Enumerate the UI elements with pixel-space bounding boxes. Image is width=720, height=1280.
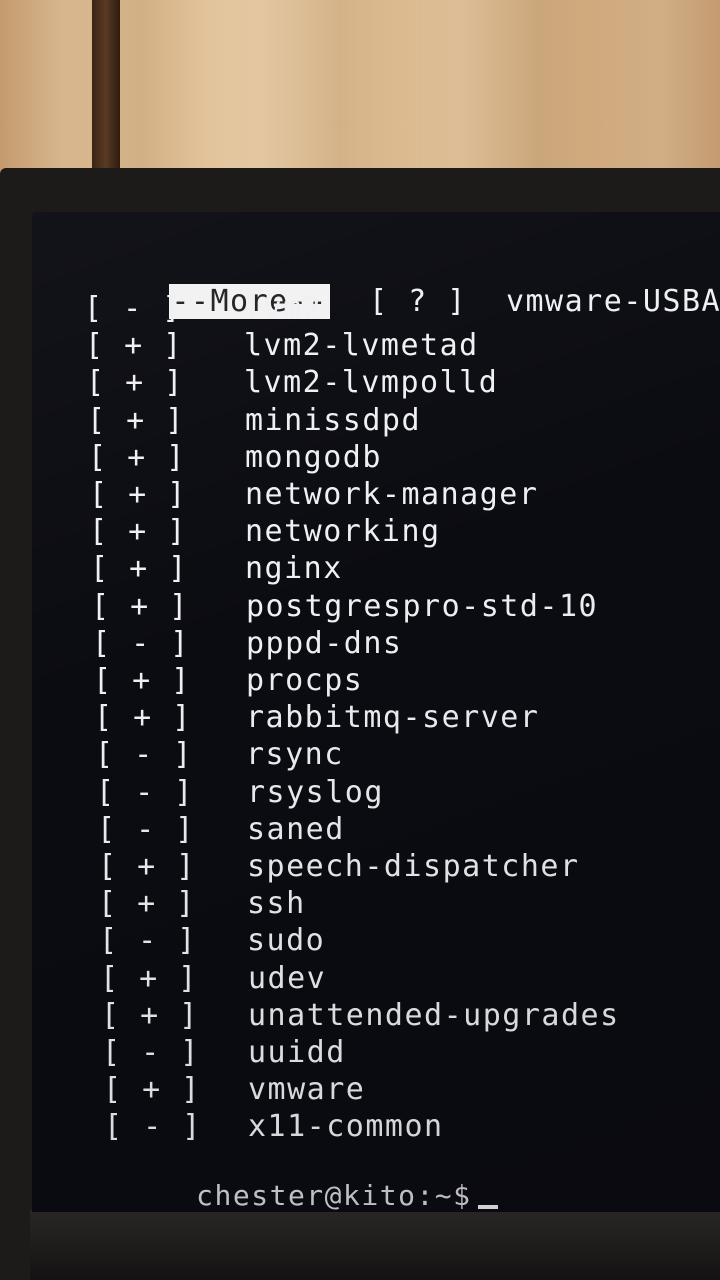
service-name: rsync: [246, 737, 344, 773]
service-status: [ + ]: [100, 960, 198, 996]
service-status: [ + ]: [101, 997, 199, 1033]
service-status: [ + ]: [94, 700, 192, 736]
service-name: procps: [246, 663, 364, 698]
service-status: [ + ]: [103, 1072, 201, 1108]
monitor-bottom-edge: [30, 1210, 720, 1280]
service-name: postgrespro-std-10: [246, 588, 599, 624]
service-name: nginx: [245, 551, 343, 587]
terminal-screen[interactable]: --More-- [ ? ] vmware-USBArb [ - ]lvm2[ …: [32, 212, 720, 1212]
service-name: unattended-upgrades: [248, 997, 620, 1033]
service-name: uuidd: [248, 1035, 346, 1070]
service-name: vmware: [248, 1072, 366, 1108]
shell-prompt: chester@kito:~$: [196, 1178, 472, 1212]
service-name: udev: [248, 960, 327, 996]
service-name: mongodb: [245, 439, 382, 475]
terminal-output: --More-- [ ? ] vmware-USBArb [ - ]lvm2[ …: [32, 212, 720, 1212]
service-status: [ + ]: [88, 439, 186, 475]
service-status: [ + ]: [98, 849, 196, 884]
service-status: [ ? ]: [369, 284, 467, 319]
service-status: [ + ]: [89, 477, 187, 512]
service-name: rsyslog: [247, 774, 384, 810]
service-status: [ + ]: [86, 365, 184, 401]
service-name: rabbitmq-server: [246, 700, 540, 736]
service-name: sudo: [247, 923, 326, 959]
service-status: [ + ]: [98, 886, 196, 922]
service-status: [ + ]: [89, 514, 187, 550]
service-name: lvm2: [244, 291, 323, 326]
service-name: networking: [245, 514, 441, 550]
service-status: [ - ]: [97, 811, 195, 847]
service-status: [ + ]: [90, 551, 188, 587]
service-name: lvm2-lvmpolld: [244, 365, 499, 401]
service-status: [ + ]: [85, 328, 183, 364]
service-name: speech-dispatcher: [247, 849, 580, 884]
service-status: [ - ]: [99, 923, 197, 959]
service-status: [ - ]: [96, 774, 194, 810]
service-name: saned: [247, 811, 345, 847]
service-name: pppd-dns: [246, 625, 403, 661]
text-cursor: [477, 1204, 498, 1209]
service-status: [ - ]: [84, 291, 182, 326]
service-status: [ + ]: [93, 663, 191, 698]
service-name: minissdpd: [245, 402, 422, 438]
service-status: [ - ]: [102, 1035, 200, 1070]
service-status: [ - ]: [92, 625, 190, 661]
service-name: network-manager: [245, 477, 539, 512]
service-status: [ - ]: [95, 737, 193, 773]
service-name: ssh: [247, 886, 306, 922]
service-name: lvm2-lvmetad: [244, 328, 479, 364]
service-status: [ + ]: [87, 402, 185, 438]
service-status: [ + ]: [91, 588, 189, 624]
shell-prompt-line[interactable]: chester@kito:~$: [86, 1140, 498, 1212]
service-name: vmware-USBArb: [505, 284, 720, 319]
